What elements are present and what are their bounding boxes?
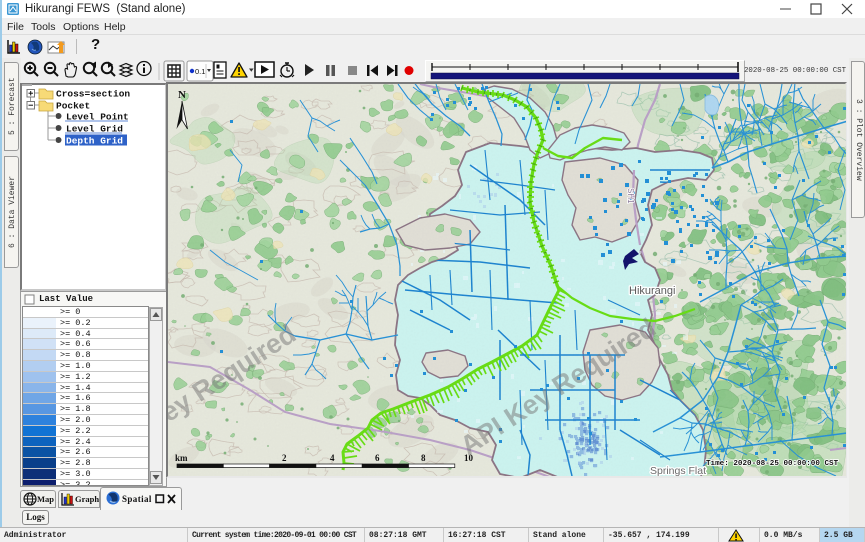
svg-text:Hikurangi: Hikurangi bbox=[629, 285, 675, 297]
svg-text:km: km bbox=[175, 453, 188, 463]
svg-text:Time: 2020-08-25 00:00:00 CST: Time: 2020-08-25 00:00:00 CST bbox=[706, 460, 839, 468]
svg-text:8: 8 bbox=[421, 453, 426, 463]
svg-text:Springs Flat: Springs Flat bbox=[650, 465, 706, 476]
svg-text:6: 6 bbox=[375, 453, 380, 463]
svg-text:N: N bbox=[178, 89, 186, 101]
svg-text:2: 2 bbox=[282, 453, 287, 463]
svg-text:10: 10 bbox=[464, 453, 474, 463]
svg-text:Pocket: Pocket bbox=[56, 101, 90, 112]
svg-text:Depth Grid: Depth Grid bbox=[66, 136, 123, 147]
svg-text:SH1: SH1 bbox=[626, 188, 635, 204]
svg-text:0.1: 0.1 bbox=[195, 67, 205, 76]
svg-text:4: 4 bbox=[330, 453, 335, 463]
svg-text:Cross=section: Cross=section bbox=[56, 89, 130, 100]
